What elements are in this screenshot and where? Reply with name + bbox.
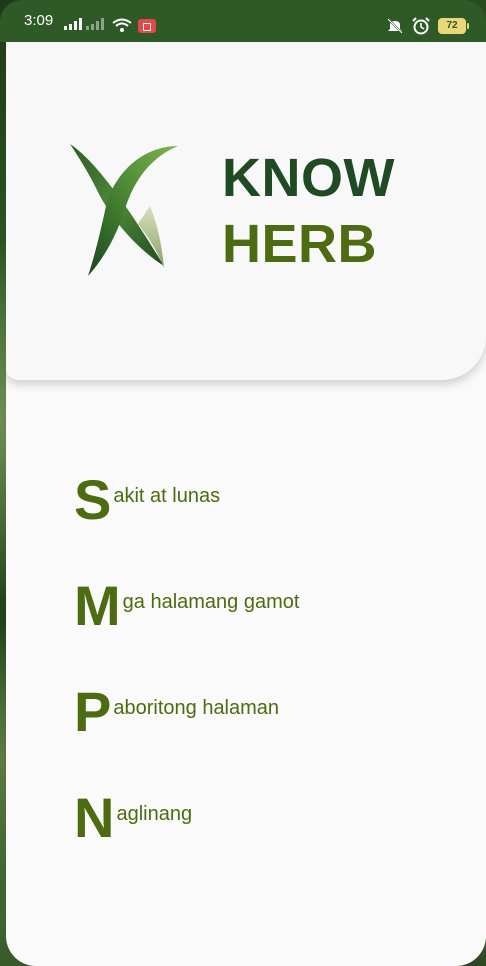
menu-item-paglinang[interactable]: N aglinang (74, 780, 193, 849)
menu-item-mga-halamang-gamot[interactable]: M ga halamang gamot (74, 568, 300, 637)
app-screen: KNOW HERB S akit at lunas M ga halamang … (6, 42, 486, 966)
menu-item-label: akit at lunas (113, 485, 221, 507)
header-card: KNOW HERB (6, 42, 486, 380)
alarm-icon (412, 17, 430, 35)
mute-icon (387, 18, 403, 34)
status-right-icons: 72 (386, 17, 469, 35)
wifi-icon (112, 18, 132, 32)
screen-record-icon (138, 19, 156, 33)
menu-item-paboritong-halaman[interactable]: P aboritong halaman (74, 674, 280, 743)
status-bar: 3:09 72 (0, 0, 486, 42)
signal-x-icon (86, 18, 104, 30)
menu-item-initial: S (74, 468, 112, 531)
menu-item-sakit-at-lunas[interactable]: S akit at lunas (74, 462, 221, 531)
battery-icon: 72 (438, 18, 469, 34)
menu-item-initial: P (74, 680, 112, 743)
leaf-logo-icon (70, 144, 178, 276)
signal-icon (64, 18, 82, 30)
menu-item-initial: N (74, 786, 115, 849)
menu-item-initial: M (74, 574, 121, 637)
brand-title-line2: HERB (222, 214, 378, 274)
menu-item-label: aglinang (116, 803, 193, 825)
menu-item-label: ga halamang gamot (122, 591, 300, 613)
menu-item-label: aboritong halaman (113, 697, 280, 719)
status-time: 3:09 (24, 12, 54, 29)
brand-title-line1: KNOW (222, 148, 395, 208)
